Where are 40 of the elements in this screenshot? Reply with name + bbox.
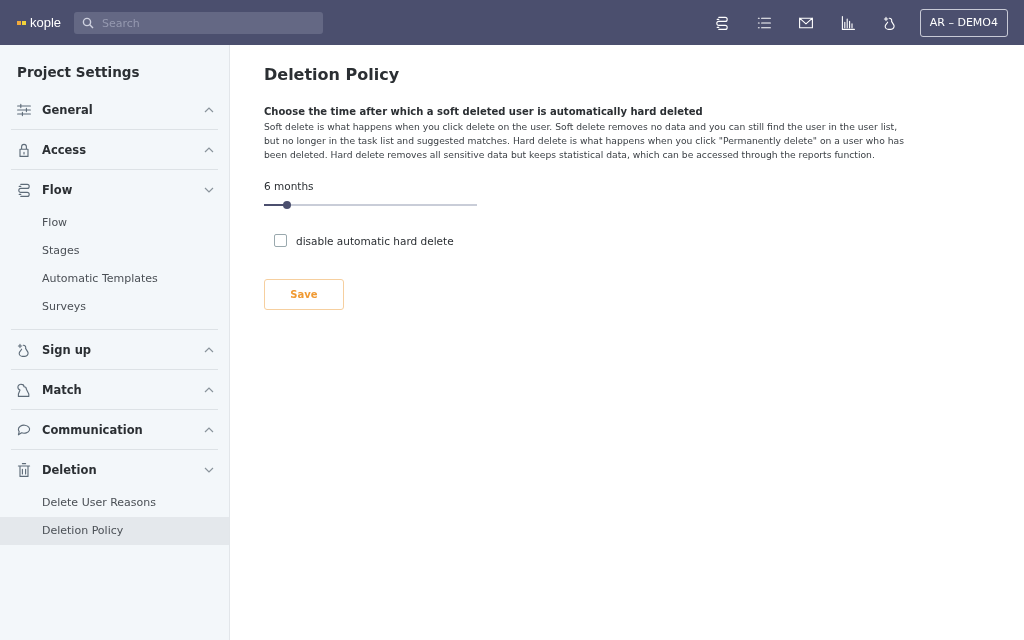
lock-icon xyxy=(16,141,32,158)
sidebar-title: Project Settings xyxy=(16,63,141,82)
trash-icon xyxy=(16,461,32,478)
bar-chart-icon[interactable] xyxy=(839,14,856,31)
sidebar-section[interactable]: Sign up xyxy=(11,330,218,369)
person-plus-icon xyxy=(16,341,32,358)
sidebar-section[interactable]: General xyxy=(11,90,218,129)
section-heading: Choose the time after which a soft deleted user is automatically hard deleted xyxy=(264,106,704,117)
checkbox-label: disable automatic hard delete xyxy=(296,234,454,247)
person-plus-icon[interactable] xyxy=(881,14,898,31)
people-icon xyxy=(16,381,32,398)
sidebar-section[interactable]: Flow xyxy=(11,170,218,209)
description-text: Soft delete is what happens when you click delete on the user. Soft delete removes no data and you can still find the user in the user list, but no longer in the task list and suggested matches. Hard delete is what happens when you click "Permanently delete" on a user who has been deleted. Hard delete removes all sensitive data but keeps statistical data, which can be accessed through the reports function. xyxy=(264,120,904,162)
flow-icon xyxy=(16,181,32,198)
chevron-up-icon xyxy=(204,386,214,393)
chevron-up-icon xyxy=(204,146,214,153)
flow-icon[interactable] xyxy=(713,14,730,31)
chevron-down-icon xyxy=(204,186,214,193)
sidebar-item[interactable]: Stages xyxy=(11,237,218,265)
slider-reading: 6 months xyxy=(264,180,315,192)
sliders-icon xyxy=(16,101,32,118)
logo-text: kople xyxy=(30,15,62,30)
sidebar-item[interactable]: Flow xyxy=(11,209,218,237)
checkbox[interactable] xyxy=(274,234,287,247)
chevron-up-icon xyxy=(204,106,214,113)
chevron-down-icon xyxy=(204,466,214,473)
sidebar-section[interactable]: Access xyxy=(11,130,218,169)
sidebar-section[interactable]: Communication xyxy=(11,410,218,449)
slider-thumb[interactable] xyxy=(283,201,292,209)
sidebar-item[interactable]: Deletion Policy xyxy=(0,517,229,545)
account-button[interactable]: AR – DEMO4 xyxy=(919,8,1008,37)
logo-dots-icon xyxy=(17,20,26,25)
sidebar-section[interactable]: Deletion xyxy=(11,450,218,489)
sidebar-item[interactable]: Delete User Reasons xyxy=(0,489,229,517)
sidebar-section[interactable]: Match xyxy=(11,370,218,409)
sidebar-item[interactable]: Automatic Templates xyxy=(11,265,218,293)
chevron-up-icon xyxy=(204,426,214,433)
page-title: Deletion Policy xyxy=(264,65,401,84)
sidebar-item[interactable]: Surveys xyxy=(11,293,218,321)
chevron-up-icon xyxy=(204,346,214,353)
